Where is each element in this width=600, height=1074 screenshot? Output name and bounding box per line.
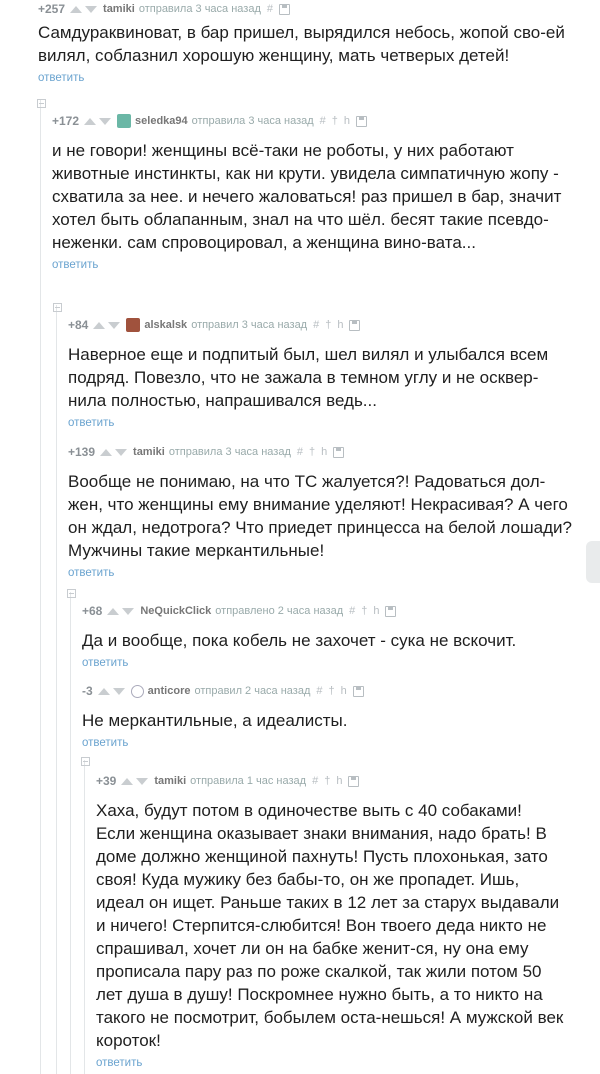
hash-link-icon[interactable]: # bbox=[320, 115, 326, 127]
hash-link-icon[interactable]: # bbox=[312, 775, 318, 787]
pin-icon[interactable]: † bbox=[332, 115, 338, 127]
comment-rating: +68 bbox=[82, 604, 103, 618]
comment-text: Наверное еще и подпитый был, шел вилял и… bbox=[68, 345, 549, 410]
comment: +39 tamiki отправила 1 час назад # † h Х… bbox=[96, 772, 564, 1071]
hash-link-icon[interactable]: # bbox=[267, 3, 273, 15]
comment: +68 NeQuickClick отправлено 2 часа назад… bbox=[82, 602, 577, 671]
branch-icon[interactable]: h bbox=[321, 446, 327, 458]
comment-rating: +39 bbox=[96, 774, 117, 788]
reply-link[interactable]: ответить bbox=[68, 567, 114, 579]
comment-text: Вообще не понимаю, на что ТС жалуется?! … bbox=[68, 472, 572, 560]
downvote-icon[interactable] bbox=[99, 117, 112, 125]
downvote-icon[interactable] bbox=[115, 448, 128, 456]
comment: +172 seledka94 отправила 3 часа назад # … bbox=[52, 112, 577, 273]
hash-link-icon[interactable]: # bbox=[349, 605, 355, 617]
save-icon[interactable] bbox=[356, 115, 368, 127]
comment-text: Да и вообще, пока кобель не захочет - су… bbox=[82, 631, 517, 650]
upvote-icon[interactable] bbox=[107, 607, 120, 615]
comment-text: Не меркантильные, а идеалисты. bbox=[82, 711, 348, 730]
comment-time: отправила 3 часа назад bbox=[138, 3, 261, 15]
avatar[interactable] bbox=[130, 684, 144, 698]
reply-link[interactable]: ответить bbox=[96, 1057, 142, 1069]
thread-line bbox=[56, 305, 57, 1074]
collapse-toggle[interactable] bbox=[81, 757, 90, 766]
comment-time: отправил 2 часа назад bbox=[194, 685, 311, 697]
comment-time: отправила 1 час назад bbox=[190, 775, 307, 787]
pin-icon[interactable]: † bbox=[325, 319, 331, 331]
comment-rating: +84 bbox=[68, 318, 89, 332]
save-icon[interactable] bbox=[349, 319, 361, 331]
branch-icon[interactable]: h bbox=[337, 319, 343, 331]
comment-time: отправил 3 часа назад bbox=[191, 319, 308, 331]
comment-author[interactable]: tamiki bbox=[103, 3, 135, 15]
reply-link[interactable]: ответить bbox=[52, 259, 98, 271]
upvote-icon[interactable] bbox=[100, 448, 113, 456]
reply-link[interactable]: ответить bbox=[38, 72, 84, 84]
collapse-toggle[interactable] bbox=[67, 589, 76, 598]
hash-link-icon[interactable]: # bbox=[316, 685, 322, 697]
comment-time: отправлено 2 часа назад bbox=[215, 605, 344, 617]
upvote-icon[interactable] bbox=[97, 687, 110, 695]
reply-link[interactable]: ответить bbox=[82, 737, 128, 749]
branch-icon[interactable]: h bbox=[344, 115, 350, 127]
comment: -3 anticore отправил 2 часа назад # † h … bbox=[82, 682, 577, 751]
comment-time: отправила 3 часа назад bbox=[168, 446, 291, 458]
comment: +84 alskalsk отправил 3 часа назад # † h… bbox=[68, 316, 573, 431]
comment-rating: +257 bbox=[38, 2, 66, 16]
reply-link[interactable]: ответить bbox=[68, 417, 114, 429]
downvote-icon[interactable] bbox=[122, 607, 135, 615]
hash-link-icon[interactable]: # bbox=[297, 446, 303, 458]
avatar[interactable] bbox=[126, 318, 141, 332]
upvote-icon[interactable] bbox=[93, 321, 106, 329]
comment: +139 tamiki отправила 3 часа назад # † h… bbox=[68, 443, 573, 581]
upvote-icon[interactable] bbox=[84, 117, 97, 125]
comment-author[interactable]: tamiki bbox=[133, 446, 165, 458]
comment-text: Хаха, будут потом в одиночестве выть с 4… bbox=[96, 801, 564, 1050]
comment-time: отправила 3 часа назад bbox=[191, 115, 314, 127]
pin-icon[interactable]: † bbox=[309, 446, 315, 458]
save-icon[interactable] bbox=[385, 605, 397, 617]
comment-text: Самдураквиноват, в бар пришел, вырядился… bbox=[38, 23, 565, 65]
save-icon[interactable] bbox=[348, 775, 360, 787]
save-icon[interactable] bbox=[278, 3, 290, 15]
downvote-icon[interactable] bbox=[108, 321, 121, 329]
upvote-icon[interactable] bbox=[121, 777, 134, 785]
avatar[interactable] bbox=[117, 114, 132, 128]
collapse-toggle[interactable] bbox=[37, 99, 46, 108]
downvote-icon[interactable] bbox=[112, 687, 125, 695]
pin-icon[interactable]: † bbox=[361, 605, 367, 617]
branch-icon[interactable]: h bbox=[341, 685, 347, 697]
pin-icon[interactable]: † bbox=[324, 775, 330, 787]
comment-rating: -3 bbox=[82, 684, 93, 698]
comment-author[interactable]: seledka94 bbox=[135, 115, 188, 127]
comment-author[interactable]: tamiki bbox=[154, 775, 186, 787]
comment-author[interactable]: NeQuickClick bbox=[140, 605, 211, 617]
comment-author[interactable]: alskalsk bbox=[144, 319, 187, 331]
comment-rating: +172 bbox=[52, 114, 80, 128]
save-icon[interactable] bbox=[333, 446, 345, 458]
thread-line bbox=[70, 592, 71, 1074]
comment: +257 tamiki отправила 3 часа назад # Сам… bbox=[38, 0, 578, 86]
thread-line bbox=[40, 100, 41, 1074]
pin-icon[interactable]: † bbox=[329, 685, 335, 697]
downvote-icon[interactable] bbox=[136, 777, 149, 785]
reply-link[interactable]: ответить bbox=[82, 657, 128, 669]
scroll-handle[interactable] bbox=[586, 541, 600, 583]
downvote-icon[interactable] bbox=[85, 5, 98, 13]
hash-link-icon[interactable]: # bbox=[313, 319, 319, 331]
branch-icon[interactable]: h bbox=[373, 605, 379, 617]
save-icon[interactable] bbox=[352, 685, 364, 697]
comment-author[interactable]: anticore bbox=[148, 685, 191, 697]
comment-rating: +139 bbox=[68, 445, 96, 459]
branch-icon[interactable]: h bbox=[336, 775, 342, 787]
comment-text: и не говори! женщины всё-таки не роботы,… bbox=[52, 141, 562, 252]
upvote-icon[interactable] bbox=[70, 5, 83, 13]
thread-line bbox=[84, 760, 85, 1074]
collapse-toggle[interactable] bbox=[53, 303, 62, 312]
